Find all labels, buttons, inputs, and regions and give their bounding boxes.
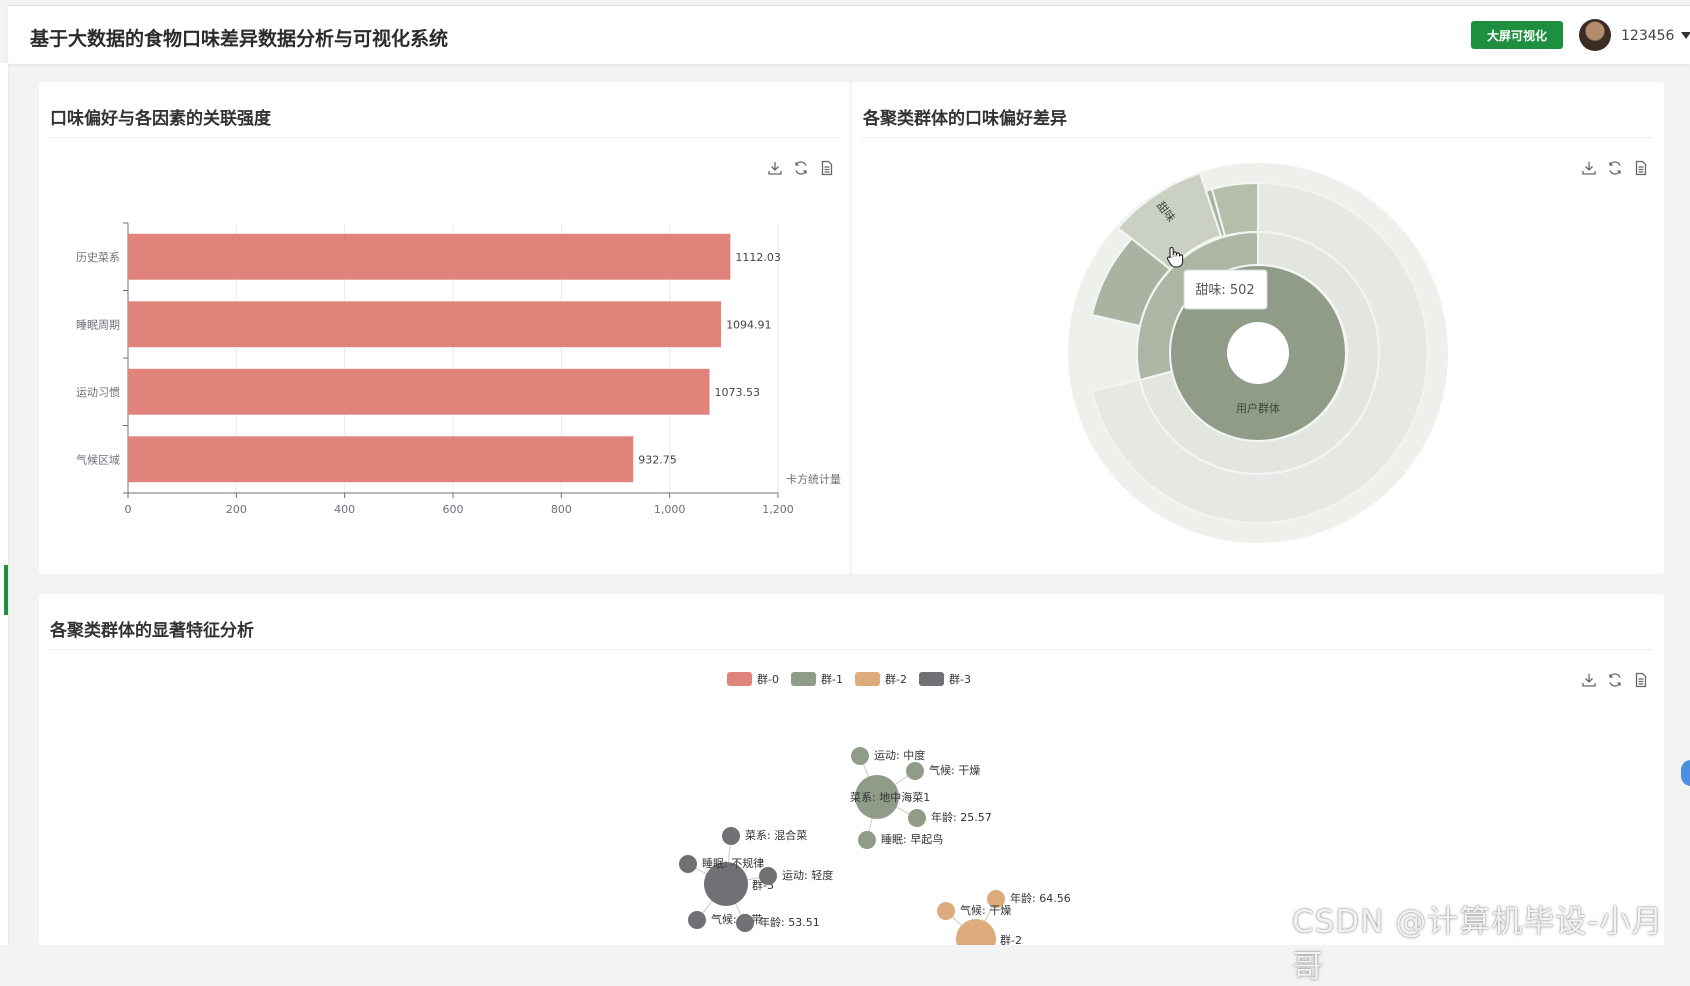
bar[interactable] bbox=[128, 436, 634, 483]
graph-node-label: 菜系: 地中海菜1 bbox=[850, 790, 930, 804]
graph-node-label: 睡眠: 早起鸟 bbox=[881, 832, 943, 846]
tooltip: 甜味: 502 bbox=[1183, 269, 1268, 310]
graph-node-label: 睡眠: 不规律 bbox=[702, 856, 764, 870]
bar[interactable] bbox=[128, 368, 710, 415]
graph-node-label: 气候: 干燥 bbox=[960, 903, 1011, 917]
graph-node[interactable] bbox=[956, 919, 996, 945]
sunburst-panel: 各聚类群体的口味偏好差异 用户群体 甜味 甜味: 502 bbox=[852, 82, 1664, 574]
x-tick-label: 1,200 bbox=[762, 503, 794, 516]
watermark: CSDN @计算机毕设-小月哥 bbox=[1292, 904, 1664, 985]
graph-node-label: 运动: 中度 bbox=[874, 748, 925, 762]
graph-node-label: 运动: 轻度 bbox=[782, 868, 833, 882]
chevron-down-icon[interactable] bbox=[1681, 32, 1690, 39]
sidebar-collapsed bbox=[0, 63, 9, 945]
x-axis-label: 卡方统计量 bbox=[786, 472, 841, 486]
sunburst-root-label: 用户群体 bbox=[1236, 401, 1280, 415]
legend-label[interactable]: 群-3 bbox=[949, 672, 971, 686]
graph-node[interactable] bbox=[759, 867, 777, 885]
legend-label[interactable]: 群-1 bbox=[821, 672, 843, 686]
graph-node-label: 年龄: 25.57 bbox=[931, 810, 992, 824]
y-tick-label: 运动习惯 bbox=[76, 385, 120, 399]
legend-label[interactable]: 群-0 bbox=[757, 672, 779, 686]
x-tick-label: 200 bbox=[226, 503, 247, 516]
legend-swatch[interactable] bbox=[791, 672, 816, 686]
graph-node[interactable] bbox=[937, 902, 955, 920]
bar-value-label: 1112.03 bbox=[735, 251, 781, 264]
graph-node-label: 菜系: 混合菜 bbox=[745, 828, 807, 842]
bar[interactable] bbox=[128, 233, 731, 280]
top-header: 基于大数据的食物口味差异数据分析与可视化系统 大屏可视化 123456 bbox=[8, 5, 1690, 65]
cluster-graph: 群-0 群-1 群-2 群-3菜系: 地中海菜1运动: 中度气候: 干燥年龄: 25.… bbox=[679, 672, 1071, 945]
sidebar-active-indicator bbox=[4, 565, 8, 615]
graph-node[interactable] bbox=[679, 855, 697, 873]
graph-node[interactable] bbox=[688, 911, 706, 929]
graph-node[interactable] bbox=[908, 809, 926, 827]
app-title: 基于大数据的食物口味差异数据分析与可视化系统 bbox=[30, 28, 449, 50]
graph-node[interactable] bbox=[722, 827, 740, 845]
graph-node[interactable] bbox=[906, 762, 924, 780]
graph-panel: 各聚类群体的显著特征分析 群-0 群-1 群-2 群-3 菜系: 地中海菜1 运动: 中度… bbox=[39, 594, 1664, 945]
bar-value-label: 1094.91 bbox=[726, 318, 772, 331]
graph-node-label: 气候: 干燥 bbox=[929, 763, 980, 777]
bar[interactable] bbox=[128, 301, 722, 348]
bar-chart: 0 200 400 600 800 1,000 1,200 卡方统计量 历史菜系 1112.03 睡… bbox=[76, 222, 841, 516]
sunburst-chart: 用户群体 甜味 甜味: 502 bbox=[1068, 163, 1448, 543]
x-tick-label: 800 bbox=[551, 503, 572, 516]
big-screen-button[interactable]: 大屏可视化 bbox=[1471, 21, 1563, 49]
legend-label[interactable]: 群-2 bbox=[885, 672, 907, 686]
graph-node-label: 群-2 bbox=[1000, 933, 1022, 945]
sunburst-hole bbox=[1227, 322, 1289, 384]
legend-swatch[interactable] bbox=[919, 672, 944, 686]
legend-swatch[interactable] bbox=[727, 672, 752, 686]
graph-node[interactable] bbox=[851, 747, 869, 765]
graph-node-label: 年龄: 53.51 bbox=[759, 915, 820, 929]
y-tick-label: 睡眠周期 bbox=[76, 318, 120, 331]
floating-button[interactable] bbox=[1681, 760, 1690, 786]
x-tick-label: 600 bbox=[443, 503, 464, 516]
x-tick-label: 0 bbox=[125, 503, 132, 516]
bar-value-label: 1073.53 bbox=[714, 386, 760, 399]
x-tick-label: 1,000 bbox=[654, 503, 686, 516]
graph-node[interactable] bbox=[858, 831, 876, 849]
graph-node-label: 年龄: 64.56 bbox=[1010, 891, 1071, 905]
avatar[interactable] bbox=[1579, 19, 1611, 51]
y-tick-label: 气候区域 bbox=[76, 452, 120, 466]
bar-chart-panel: 口味偏好与各因素的关联强度 0 200 400 600 800 1,000 1,200 卡方统… bbox=[39, 82, 850, 574]
legend-swatch[interactable] bbox=[855, 672, 880, 686]
bar-value-label: 932.75 bbox=[638, 453, 677, 466]
username[interactable]: 123456 bbox=[1621, 28, 1674, 44]
y-tick-label: 历史菜系 bbox=[76, 251, 120, 264]
x-tick-label: 400 bbox=[334, 503, 355, 516]
graph-node[interactable] bbox=[736, 914, 754, 932]
svg-text:甜味: 502: 甜味: 502 bbox=[1195, 282, 1254, 298]
